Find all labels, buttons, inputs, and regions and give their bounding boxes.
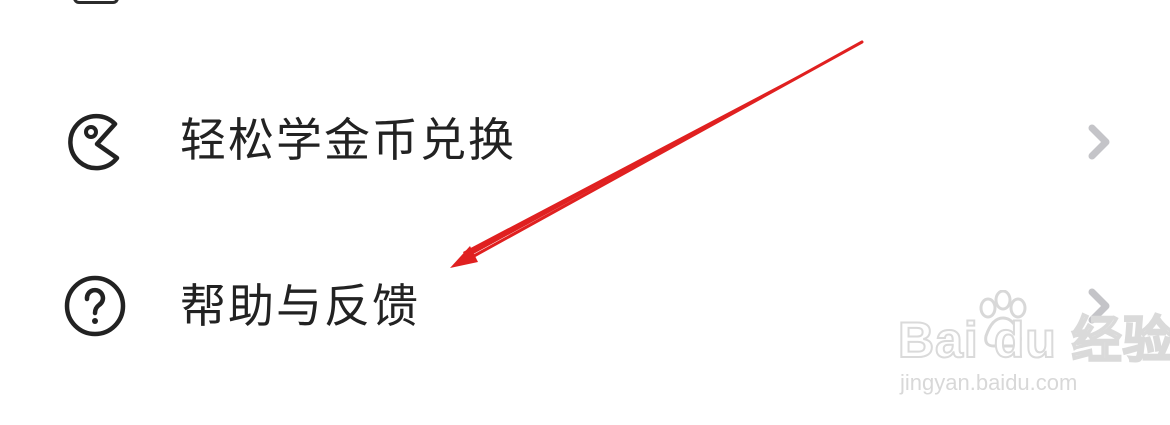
watermark-url: jingyan.baidu.com bbox=[900, 370, 1078, 395]
menu-item-label: 帮助与反馈 bbox=[180, 279, 420, 333]
menu-item-help-feedback[interactable]: 帮助与反馈 bbox=[0, 246, 1170, 366]
chevron-right-icon bbox=[1084, 286, 1116, 326]
menu-item-coin-exchange[interactable]: 轻松学金币兑换 bbox=[0, 80, 1170, 200]
chevron-right-icon bbox=[1084, 122, 1116, 162]
help-circle-icon bbox=[63, 274, 127, 338]
menu-item-label: 轻松学金币兑换 bbox=[180, 113, 516, 167]
pacman-icon bbox=[63, 110, 127, 174]
previous-item-icon-fragment bbox=[73, 0, 119, 4]
